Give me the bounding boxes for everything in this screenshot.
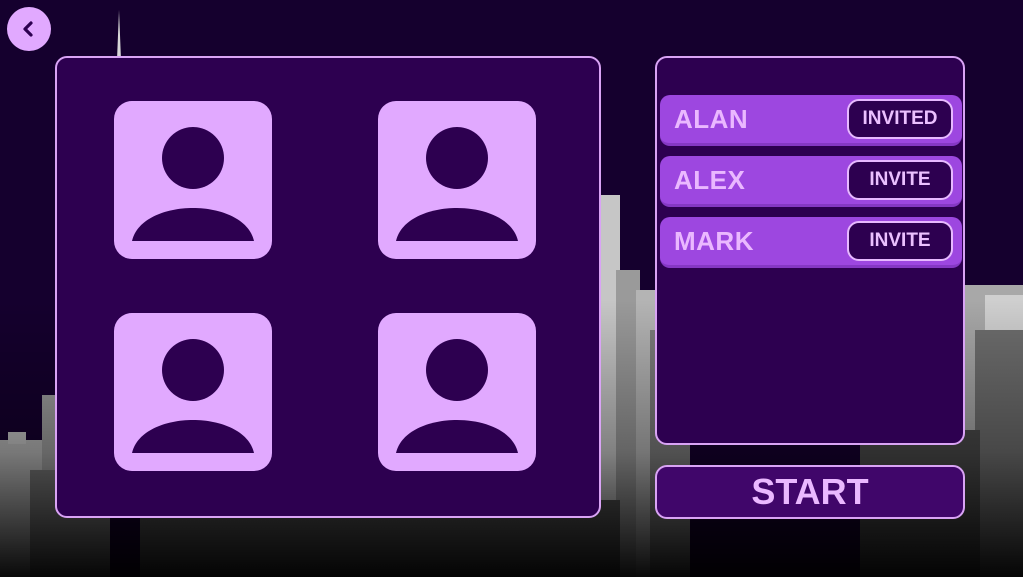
back-button[interactable] [7,7,51,51]
invite-button[interactable]: INVITE [847,221,953,261]
party-slots-panel [55,56,601,518]
friend-name: ALAN [674,104,749,134]
chevron-left-icon [23,21,33,37]
invite-button[interactable]: INVITE [847,160,953,200]
friend-name: ALEX [674,165,746,195]
person-icon [396,339,518,453]
player-slot-4[interactable] [378,313,536,471]
player-slot-2[interactable] [378,101,536,259]
friend-row-alex: ALEX INVITE [660,156,962,207]
player-slot-3[interactable] [114,313,272,471]
person-icon [132,127,254,241]
friends-list-panel: ALAN INVITED ALEX INVITE MARK INVITE [655,56,965,445]
friend-row-mark: MARK INVITE [660,217,962,268]
friend-name: MARK [674,226,754,256]
person-icon [132,339,254,453]
friend-row-alan: ALAN INVITED [660,95,962,146]
person-icon [396,127,518,241]
start-button[interactable]: START [655,465,965,519]
player-slot-1[interactable] [114,101,272,259]
invited-button[interactable]: INVITED [847,99,953,139]
